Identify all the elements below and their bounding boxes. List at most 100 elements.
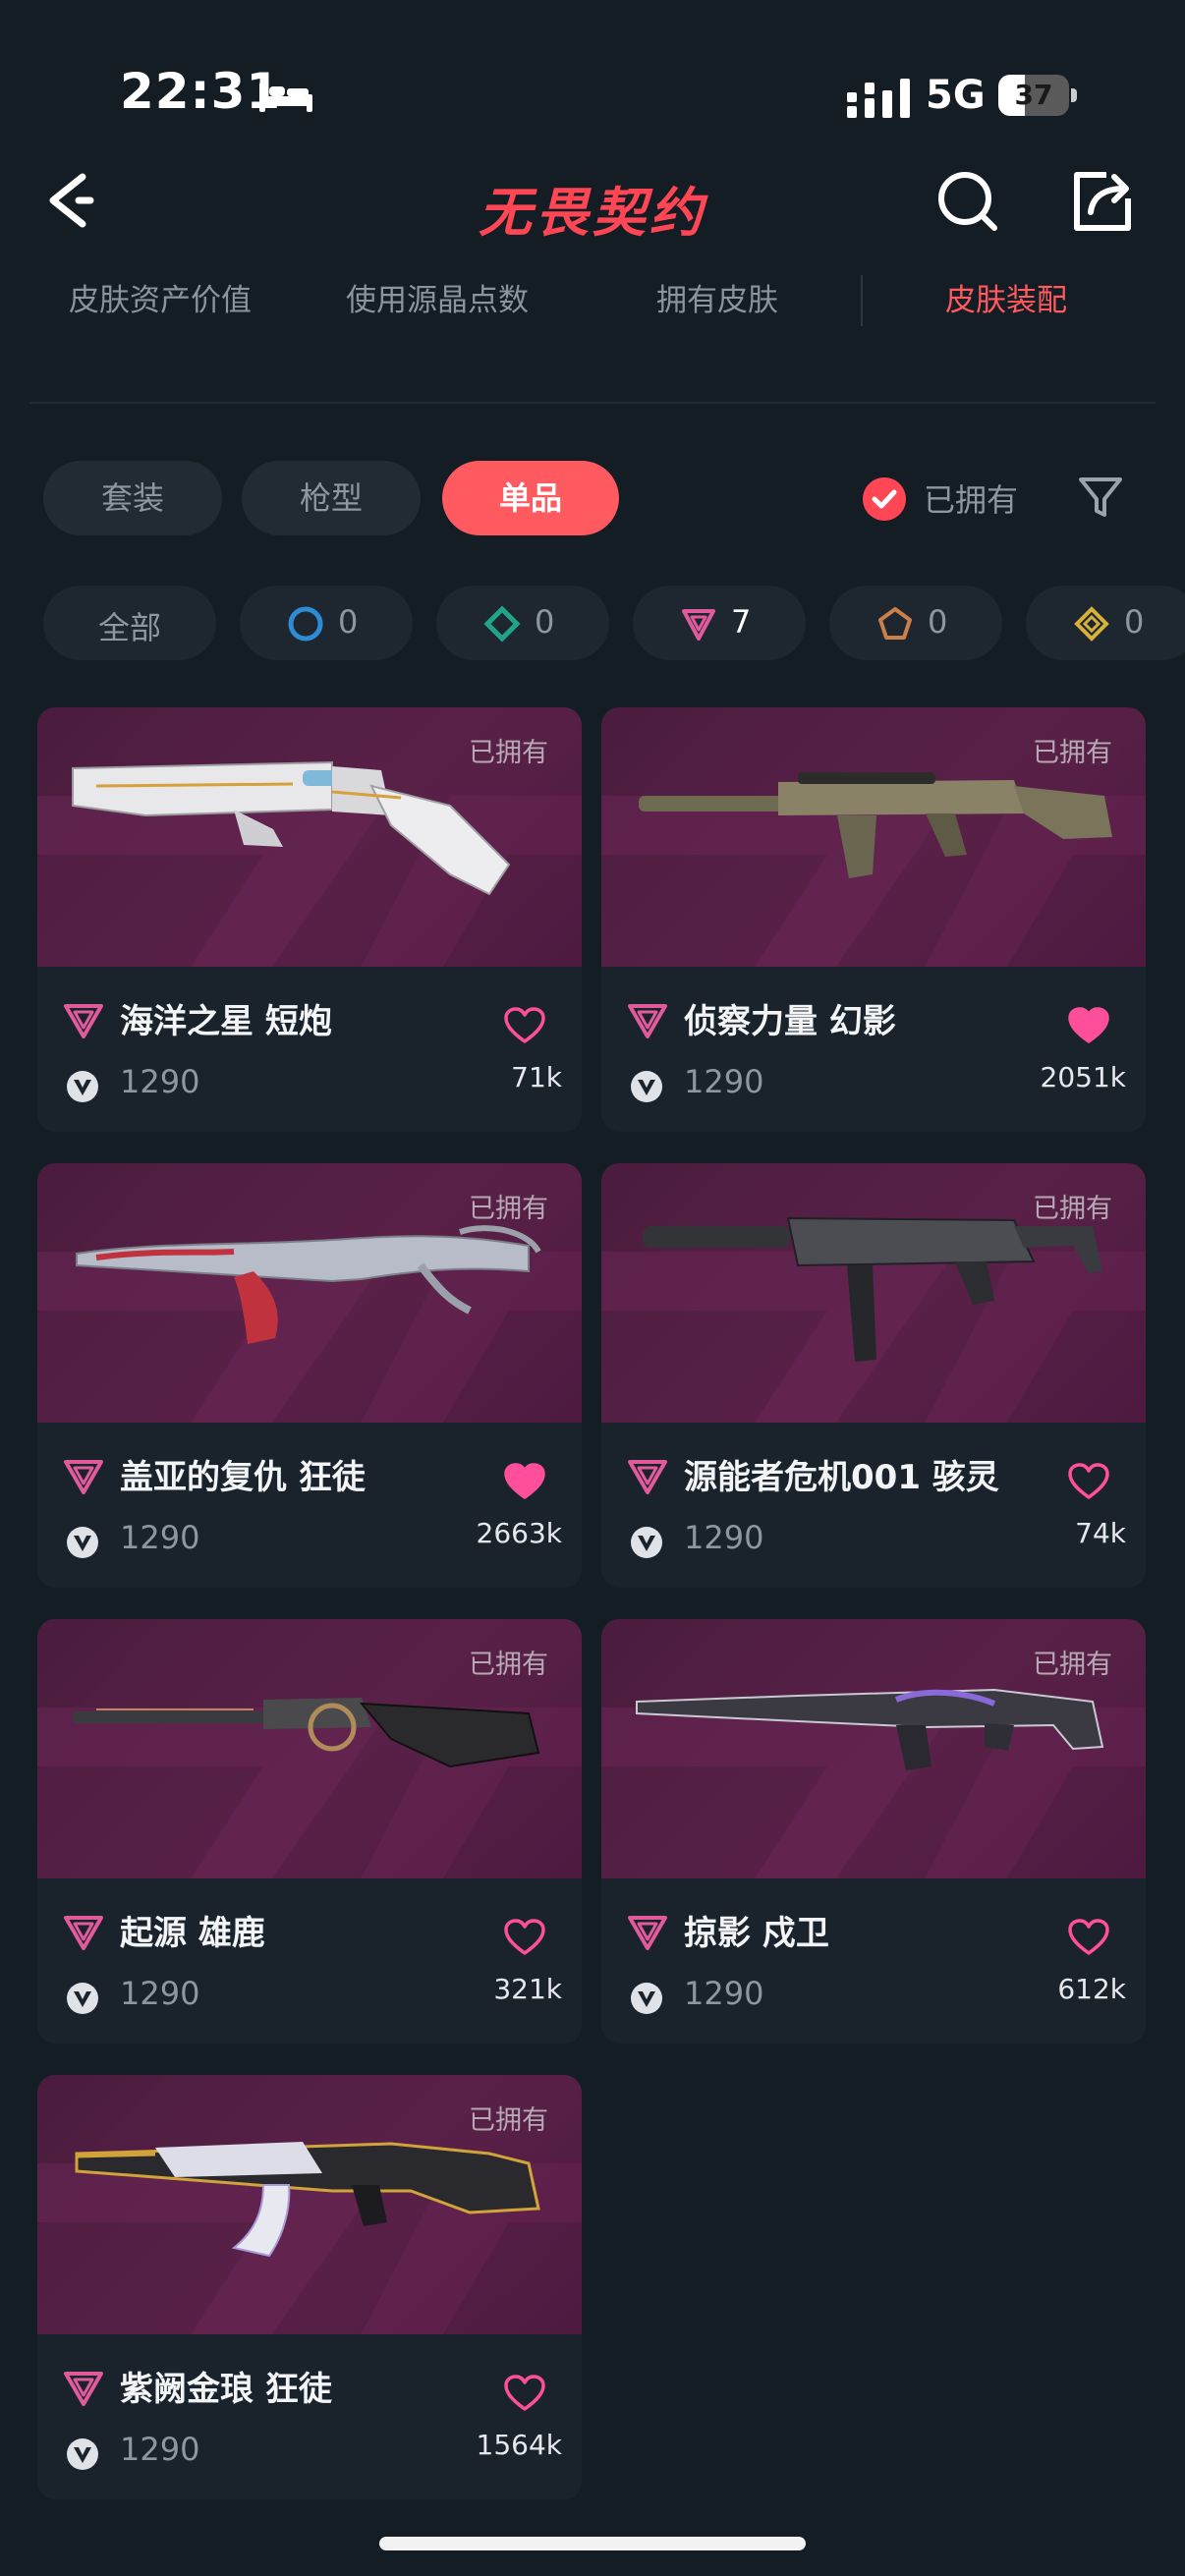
- chip-select-tier[interactable]: 0: [240, 586, 413, 660]
- skin-art: 已拥有: [37, 2075, 582, 2334]
- skin-name: 侦察力量 幻影: [684, 1002, 896, 1041]
- skin-name: 源能者危机001 骇灵: [684, 1458, 999, 1497]
- home-indicator[interactable]: [379, 2537, 806, 2550]
- heart-icon[interactable]: [503, 1462, 546, 1501]
- skin-card[interactable]: 已拥有侦察力量 幻影 1290 2051k: [601, 707, 1146, 1132]
- tab-divider: [861, 275, 863, 326]
- skin-price: 1290: [684, 1063, 764, 1100]
- skin-art: 已拥有: [37, 707, 582, 967]
- skin-price: 1290: [120, 1975, 200, 2012]
- heart-icon[interactable]: [503, 1006, 546, 1045]
- like-count: 74k: [1075, 1517, 1126, 1549]
- valorant-points-icon: [67, 1983, 98, 2014]
- tab-skin-asset-value[interactable]: 皮肤资产价值: [69, 275, 252, 319]
- skin-art: 已拥有: [37, 1619, 582, 1878]
- tier-filter-chips: 全部 0 0 7 0 0: [0, 586, 1185, 664]
- owned-tag: 已拥有: [469, 738, 548, 768]
- owned-tag: 已拥有: [469, 1194, 548, 1224]
- skin-name: 掠影 戍卫: [684, 1914, 829, 1953]
- skin-info: 侦察力量 幻影 1290 2051k: [601, 967, 1146, 1132]
- chip-premium-tier[interactable]: 7: [633, 586, 806, 660]
- skin-price: 1290: [684, 1975, 764, 2012]
- owned-tag: 已拥有: [1033, 1650, 1112, 1680]
- owned-tag: 已拥有: [1033, 1194, 1112, 1224]
- premium-tier-icon: [64, 1004, 103, 1038]
- app-logo: 无畏契约: [479, 182, 706, 244]
- filter-icon[interactable]: [1075, 472, 1126, 523]
- premium-tier-icon: [628, 1460, 667, 1494]
- owned-checkbox[interactable]: [863, 477, 906, 521]
- skin-info: 源能者危机001 骇灵 1290 74k: [601, 1423, 1146, 1588]
- owned-tag: 已拥有: [1033, 738, 1112, 768]
- chip-deluxe-tier[interactable]: 0: [436, 586, 609, 660]
- skin-price: 1290: [120, 2431, 200, 2468]
- chip-count: 0: [535, 603, 555, 641]
- skin-name: 起源 雄鹿: [120, 1914, 265, 1953]
- skin-card[interactable]: 已拥有 掠影 戍卫 1290 612k: [601, 1619, 1146, 2044]
- heart-icon[interactable]: [1067, 1006, 1110, 1045]
- like-count: 1564k: [476, 2429, 562, 2461]
- chip-all-label: 全部: [97, 609, 161, 646]
- premium-tier-icon: [628, 1916, 667, 1950]
- tab-radianite-points[interactable]: 使用源晶点数: [346, 275, 529, 319]
- segment-single-items[interactable]: 单品: [442, 461, 619, 535]
- skin-card[interactable]: 已拥有源能者危机001 骇灵 1290 74k: [601, 1163, 1146, 1588]
- skin-art: 已拥有: [601, 1163, 1146, 1423]
- valorant-points-icon: [67, 2438, 98, 2470]
- skin-art: 已拥有: [37, 1163, 582, 1423]
- premium-tier-icon: [64, 1460, 103, 1494]
- top-tabs: 皮肤资产价值 使用源晶点数 拥有皮肤 皮肤装配: [29, 275, 1156, 344]
- chip-count: 0: [1124, 603, 1145, 641]
- skin-card[interactable]: 已拥有起源 雄鹿 1290 321k: [37, 1619, 582, 2044]
- skin-info: 盖亚的复仇 狂徒 1290 2663k: [37, 1423, 582, 1588]
- owned-filter-label[interactable]: 已拥有: [924, 476, 1018, 521]
- network-label: 5G: [926, 73, 986, 118]
- heart-icon[interactable]: [1067, 1918, 1110, 1957]
- skin-card[interactable]: 已拥有 紫阙金琅 狂徒 1290 1564k: [37, 2075, 582, 2499]
- skin-info: 掠影 戍卫 1290 612k: [601, 1878, 1146, 2044]
- search-icon[interactable]: [933, 167, 1002, 236]
- chip-ultra-tier[interactable]: 0: [1026, 586, 1185, 660]
- heart-icon[interactable]: [1067, 1462, 1110, 1501]
- share-icon[interactable]: [1067, 167, 1136, 236]
- tab-skin-loadout[interactable]: 皮肤装配: [945, 275, 1067, 319]
- heart-icon[interactable]: [503, 2374, 546, 2413]
- skin-card[interactable]: 已拥有海洋之星 短炮 1290 71k: [37, 707, 582, 1132]
- tab-owned-skins[interactable]: 拥有皮肤: [656, 275, 778, 319]
- premium-tier-icon: [682, 609, 715, 641]
- battery-percent: 37: [1014, 79, 1053, 111]
- chip-count: 0: [928, 603, 948, 641]
- battery-icon: 37: [998, 75, 1077, 116]
- skin-name: 盖亚的复仇 狂徒: [120, 1458, 366, 1497]
- owned-tag: 已拥有: [469, 1650, 548, 1680]
- cellular-signal-icon: [847, 79, 910, 118]
- skin-card[interactable]: 已拥有盖亚的复仇 狂徒 1290 2663k: [37, 1163, 582, 1588]
- segment-weapon-types[interactable]: 枪型: [242, 461, 421, 535]
- heart-icon[interactable]: [503, 1918, 546, 1957]
- chip-all[interactable]: 全部: [43, 586, 216, 660]
- segment-bundles[interactable]: 套装: [43, 461, 222, 535]
- valorant-points-icon: [67, 1527, 98, 1558]
- valorant-points-icon: [631, 1071, 662, 1102]
- like-count: 2051k: [1040, 1061, 1126, 1093]
- premium-tier-icon: [628, 1004, 667, 1038]
- skin-info: 海洋之星 短炮 1290 71k: [37, 967, 582, 1132]
- skin-price: 1290: [684, 1519, 764, 1556]
- valorant-points-icon: [67, 1071, 98, 1102]
- sleep-focus-icon: [259, 83, 312, 112]
- like-count: 71k: [511, 1061, 562, 1093]
- valorant-points-icon: [631, 1527, 662, 1558]
- screen: 22:31 5G 37 无畏契约 皮肤资产价值 使用源晶点数 拥有皮肤 皮肤装配…: [0, 0, 1185, 2576]
- skin-info: 紫阙金琅 狂徒 1290 1564k: [37, 2334, 582, 2499]
- valorant-points-icon: [631, 1983, 662, 2014]
- skin-price: 1290: [120, 1519, 200, 1556]
- chip-exclusive-tier[interactable]: 0: [829, 586, 1002, 660]
- like-count: 2663k: [476, 1517, 562, 1549]
- skin-name: 海洋之星 短炮: [120, 1002, 332, 1041]
- like-count: 321k: [493, 1973, 562, 2005]
- premium-tier-icon: [64, 1916, 103, 1950]
- exclusive-tier-icon: [878, 607, 912, 640]
- ultra-tier-icon: [1074, 606, 1109, 642]
- skin-art: 已拥有: [601, 1619, 1146, 1878]
- owned-tag: 已拥有: [469, 2105, 548, 2136]
